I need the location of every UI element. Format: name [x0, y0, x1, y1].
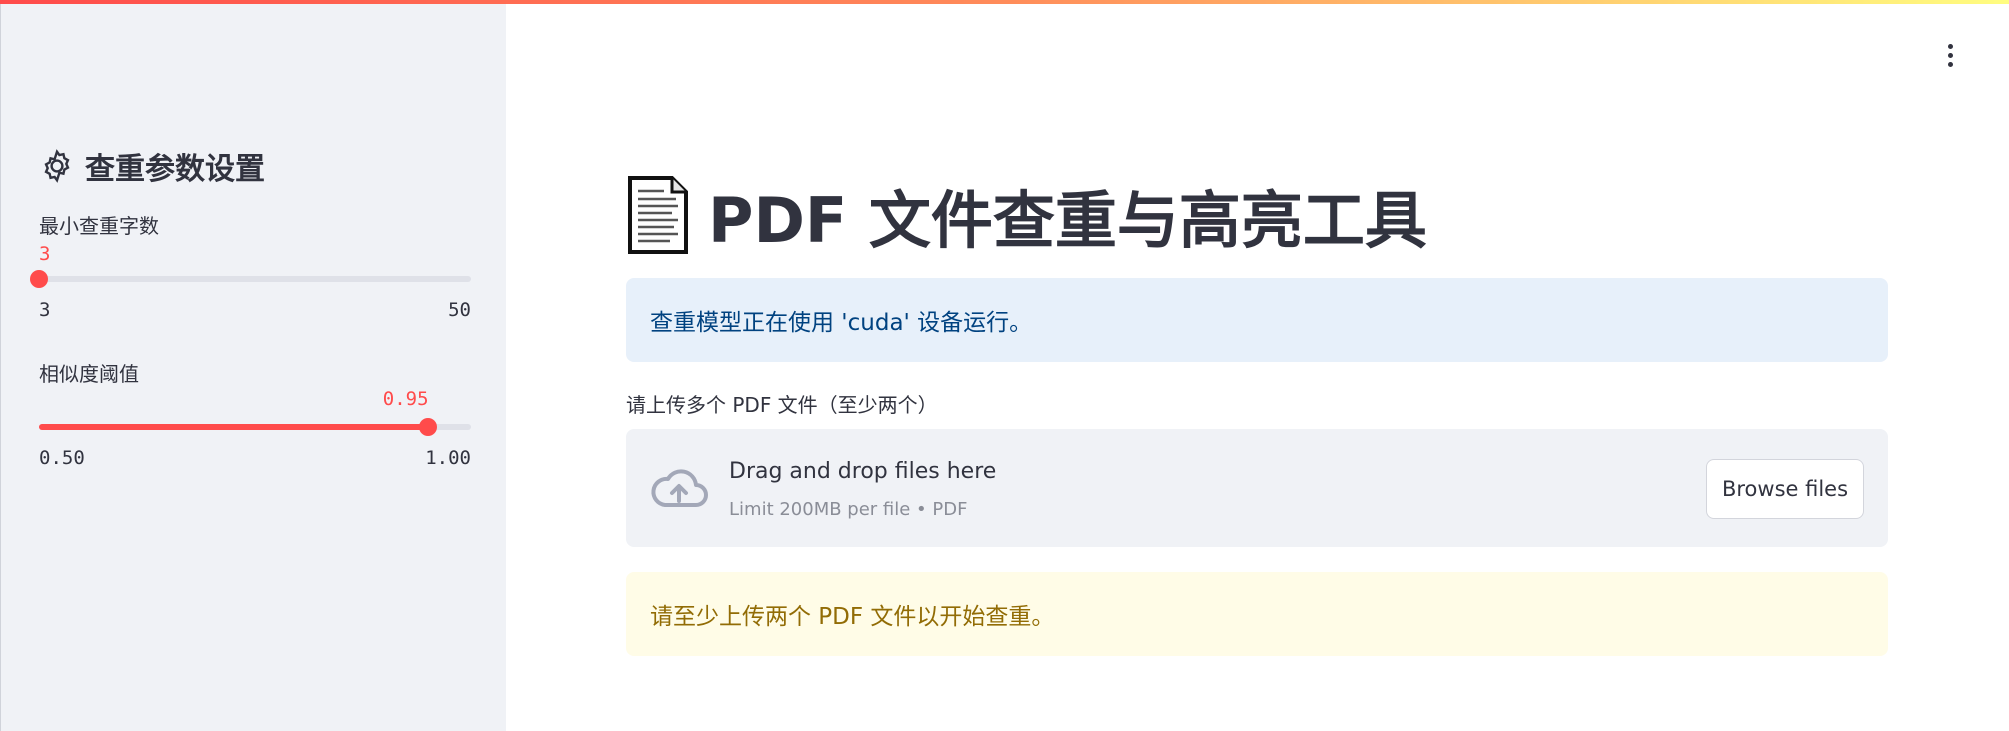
similarity-slider-thumb[interactable] — [418, 418, 437, 436]
sidebar-header: 查重参数设置 — [39, 144, 265, 188]
cloud-upload-icon — [651, 469, 708, 507]
dropzone-limit: Limit 200MB per file • PDF — [729, 499, 968, 520]
min-chars-max: 50 — [448, 299, 471, 321]
page-title-row: PDF 文件查重与高亮工具 — [626, 170, 1427, 260]
uploader-label: 请上传多个 PDF 文件（至少两个） — [626, 393, 938, 417]
gear-icon — [44, 149, 70, 183]
main-menu-button[interactable] — [1940, 40, 1960, 70]
min-chars-slider-thumb[interactable] — [30, 270, 48, 288]
info-alert: 查重模型正在使用 'cuda' 设备运行。 — [626, 278, 1888, 362]
min-chars-label: 最小查重字数 — [39, 214, 159, 238]
dropzone-instructions: Drag and drop files here — [729, 459, 997, 484]
top-decoration-bar — [0, 0, 2009, 4]
page-title: PDF 文件查重与高亮工具 — [708, 184, 1427, 257]
similarity-slider-block: 相似度阈值 0.95 0.50 1.00 — [39, 358, 471, 478]
min-chars-min: 3 — [39, 299, 51, 321]
file-dropzone[interactable]: Drag and drop files here Limit 200MB per… — [626, 429, 1888, 547]
min-chars-slider-block: 最小查重字数 3 3 50 — [30, 210, 471, 330]
similarity-value: 0.95 — [382, 388, 429, 410]
browse-files-button[interactable]: Browse files — [1706, 459, 1864, 519]
similarity-slider-fill — [39, 424, 428, 430]
similarity-min: 0.50 — [39, 447, 85, 469]
similarity-label: 相似度阈值 — [39, 362, 139, 386]
document-icon — [628, 176, 688, 254]
warning-alert-text: 请至少上传两个 PDF 文件以开始查重。 — [650, 604, 1055, 630]
sidebar-title: 查重参数设置 — [85, 152, 265, 187]
more-vertical-icon — [1947, 43, 1953, 49]
min-chars-value: 3 — [39, 243, 51, 265]
similarity-slider-track[interactable] — [39, 418, 471, 436]
min-chars-slider-track[interactable] — [30, 270, 471, 288]
sidebar: 查重参数设置 最小查重字数 3 3 50 相似度阈值 0.95 0.50 1.0… — [0, 0, 506, 731]
info-alert-text: 查重模型正在使用 'cuda' 设备运行。 — [650, 310, 1033, 336]
warning-alert: 请至少上传两个 PDF 文件以开始查重。 — [626, 572, 1888, 656]
similarity-max: 1.00 — [425, 447, 471, 469]
